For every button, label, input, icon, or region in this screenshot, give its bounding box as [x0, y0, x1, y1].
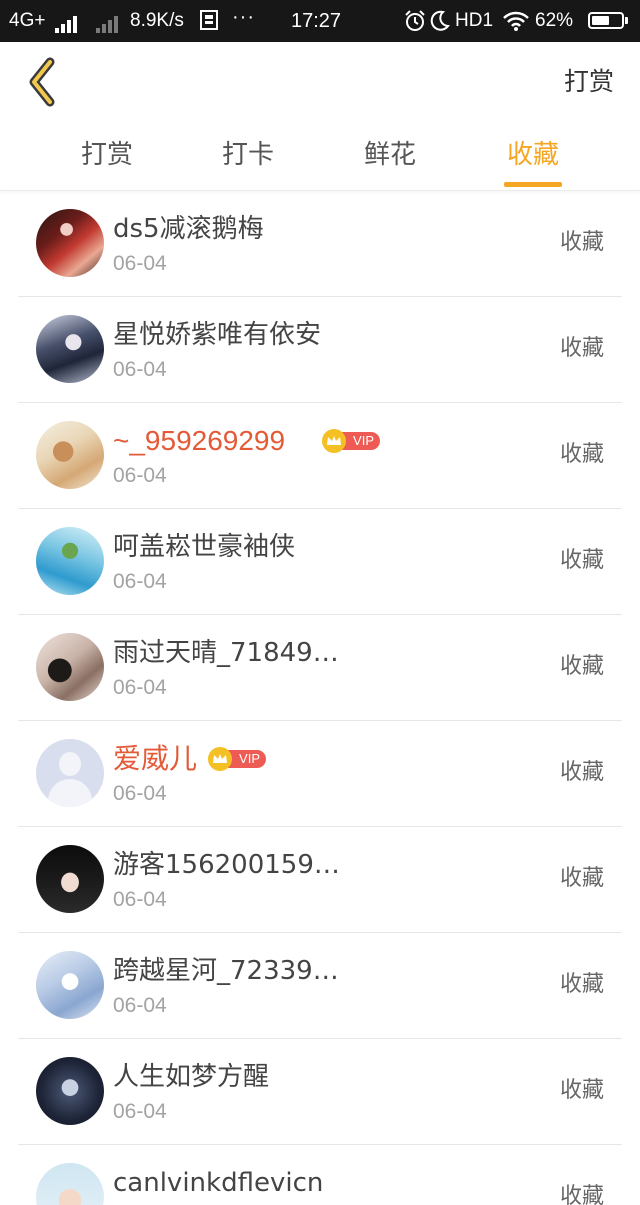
crown-icon [208, 747, 232, 771]
avatar [36, 421, 104, 489]
moon-icon [430, 10, 450, 37]
list-item[interactable]: ~_959269299 VIP 06-04 收藏 [18, 403, 622, 509]
list-item[interactable]: canlvinkdflevicn 收藏 [18, 1145, 622, 1205]
item-action-label: 收藏 [559, 866, 604, 891]
avatar [36, 1057, 104, 1125]
battery-percent: 62% [535, 10, 574, 31]
item-action-label: 收藏 [559, 1078, 604, 1103]
tab-flowers[interactable]: 鲜花 [319, 137, 461, 173]
user-name: 跨越星河_72339… [113, 956, 339, 986]
list-item[interactable]: 游客156200159… 06-04 收藏 [18, 827, 622, 933]
item-date: 06-04 [113, 782, 167, 805]
avatar [36, 1163, 104, 1205]
avatar [36, 527, 104, 595]
chevron-left-icon [29, 57, 55, 107]
reward-button[interactable]: 打赏 [564, 66, 614, 98]
tab-reward[interactable]: 打赏 [36, 137, 178, 173]
tab-favorites[interactable]: 收藏 [462, 137, 604, 173]
user-name: 呵盖崧世豪袖侠 [113, 532, 296, 562]
list-item[interactable]: 星悦娇紫唯有依安 06-04 收藏 [18, 297, 622, 403]
tab-bar: 打赏 打卡 鲜花 收藏 [0, 124, 640, 191]
tab-active-indicator [504, 182, 562, 187]
status-bar: 4G+ 8.9K/s ··· 17:27 HD1 62% [0, 0, 640, 42]
battery-tip [625, 17, 628, 24]
item-action-label: 收藏 [559, 654, 604, 679]
vip-badge: VIP [208, 747, 266, 771]
back-button[interactable] [18, 54, 68, 110]
hd-indicator: HD1 [455, 10, 494, 31]
list-item[interactable]: ds5减滚鹅梅 06-04 收藏 [18, 191, 622, 297]
clock: 17:27 [291, 10, 342, 32]
signal-icon [55, 13, 79, 33]
user-name: 游客156200159… [113, 850, 340, 880]
header: 打赏 [0, 42, 640, 124]
signal-2-icon [96, 13, 120, 33]
list-item[interactable]: 呵盖崧世豪袖侠 06-04 收藏 [18, 509, 622, 615]
item-date: 06-04 [113, 252, 167, 275]
item-date: 06-04 [113, 570, 167, 593]
tab-checkin[interactable]: 打卡 [177, 137, 319, 173]
item-action-label: 收藏 [559, 548, 604, 573]
avatar [36, 845, 104, 913]
item-action-label: 收藏 [559, 760, 604, 785]
avatar [36, 951, 104, 1019]
wifi-icon [502, 10, 530, 37]
item-date: 06-04 [113, 994, 167, 1017]
avatar [36, 209, 104, 277]
user-name: canlvinkdflevicn [113, 1168, 324, 1198]
favorites-list: ds5减滚鹅梅 06-04 收藏 星悦娇紫唯有依安 06-04 收藏 ~_959… [0, 191, 640, 1205]
avatar [36, 633, 104, 701]
item-date: 06-04 [113, 1100, 167, 1123]
notification-icon [200, 10, 218, 35]
list-item[interactable]: 人生如梦方醒 06-04 收藏 [18, 1039, 622, 1145]
item-date: 06-04 [113, 358, 167, 381]
crown-icon [322, 429, 346, 453]
user-name: 星悦娇紫唯有依安 [113, 320, 322, 350]
user-name: 人生如梦方醒 [113, 1062, 270, 1092]
network-speed: 8.9K/s [130, 10, 184, 31]
item-action-label: 收藏 [559, 336, 604, 361]
user-name: 雨过天晴_71849… [113, 638, 339, 668]
battery-level [592, 16, 609, 25]
item-action-label: 收藏 [559, 972, 604, 997]
item-action-label: 收藏 [559, 1184, 604, 1205]
alarm-icon [404, 10, 426, 37]
item-action-label: 收藏 [559, 442, 604, 467]
default-avatar-icon [36, 739, 104, 807]
list-item[interactable]: 跨越星河_72339… 06-04 收藏 [18, 933, 622, 1039]
item-date: 06-04 [113, 888, 167, 911]
user-name: ds5减滚鹅梅 [113, 214, 264, 244]
more-icon: ··· [232, 6, 255, 28]
vip-badge: VIP [322, 429, 380, 453]
user-name: 爱威儿 [113, 743, 198, 774]
screen: 4G+ 8.9K/s ··· 17:27 HD1 62% 打赏 打赏 打卡 鲜花… [0, 0, 640, 1205]
item-action-label: 收藏 [559, 230, 604, 255]
battery-icon [588, 12, 624, 29]
item-date: 06-04 [113, 464, 167, 487]
network-type: 4G+ [9, 10, 46, 31]
user-name: ~_959269299 [113, 425, 286, 456]
list-item[interactable]: 雨过天晴_71849… 06-04 收藏 [18, 615, 622, 721]
list-item[interactable]: 爱威儿 VIP 06-04 收藏 [18, 721, 622, 827]
avatar [36, 315, 104, 383]
item-date: 06-04 [113, 676, 167, 699]
